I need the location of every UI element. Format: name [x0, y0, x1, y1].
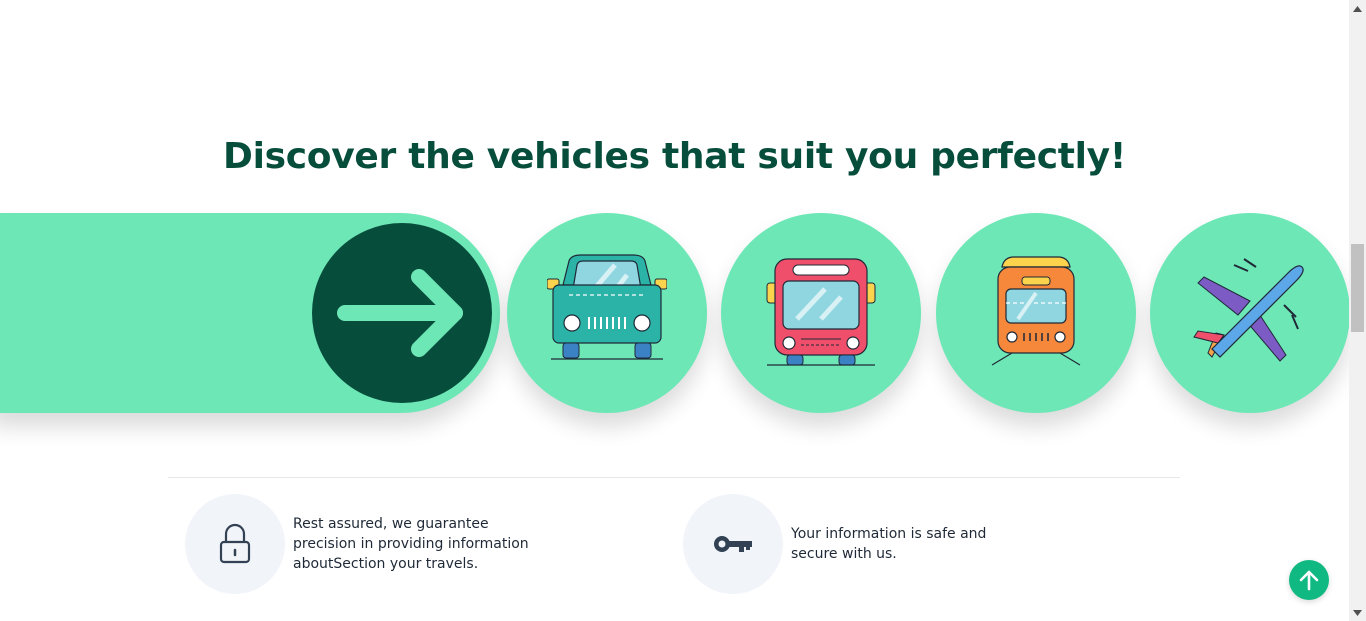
airplane-icon	[1193, 258, 1304, 362]
page: Discover the vehicles that suit you perf…	[0, 0, 1349, 621]
bus-icon	[766, 258, 876, 366]
scroll-up-arrow[interactable]	[1349, 0, 1366, 17]
scroll-to-top-button[interactable]	[1289, 560, 1329, 600]
scrollbar-thumb[interactable]	[1351, 244, 1364, 332]
vehicle-train-button[interactable]	[936, 213, 1136, 413]
scroll-down-arrow[interactable]	[1349, 604, 1366, 621]
car-icon	[547, 254, 667, 360]
feature-icon-circle	[683, 494, 783, 594]
section-heading: Discover the vehicles that suit you perf…	[223, 136, 1126, 177]
vertical-scrollbar[interactable]	[1349, 0, 1366, 621]
key-icon	[714, 536, 752, 552]
feature-precision: Rest assured, we guarantee precision in …	[185, 494, 543, 594]
train-icon	[991, 256, 1081, 366]
next-vehicle-button[interactable]	[312, 223, 492, 403]
feature-text: Rest assured, we guarantee precision in …	[293, 516, 529, 572]
arrow-right-icon	[337, 269, 463, 357]
vehicle-bus-button[interactable]	[721, 213, 921, 413]
padlock-icon	[219, 523, 251, 564]
feature-icon-circle	[185, 494, 285, 594]
feature-text: Your information is safe and secure with…	[791, 526, 987, 562]
section-divider	[168, 477, 1180, 478]
feature-security: Your information is safe and secure with…	[683, 494, 1001, 594]
arrow-up-icon	[1299, 570, 1319, 591]
vehicle-airplane-button[interactable]	[1150, 213, 1349, 413]
vehicle-car-button[interactable]	[507, 213, 707, 413]
